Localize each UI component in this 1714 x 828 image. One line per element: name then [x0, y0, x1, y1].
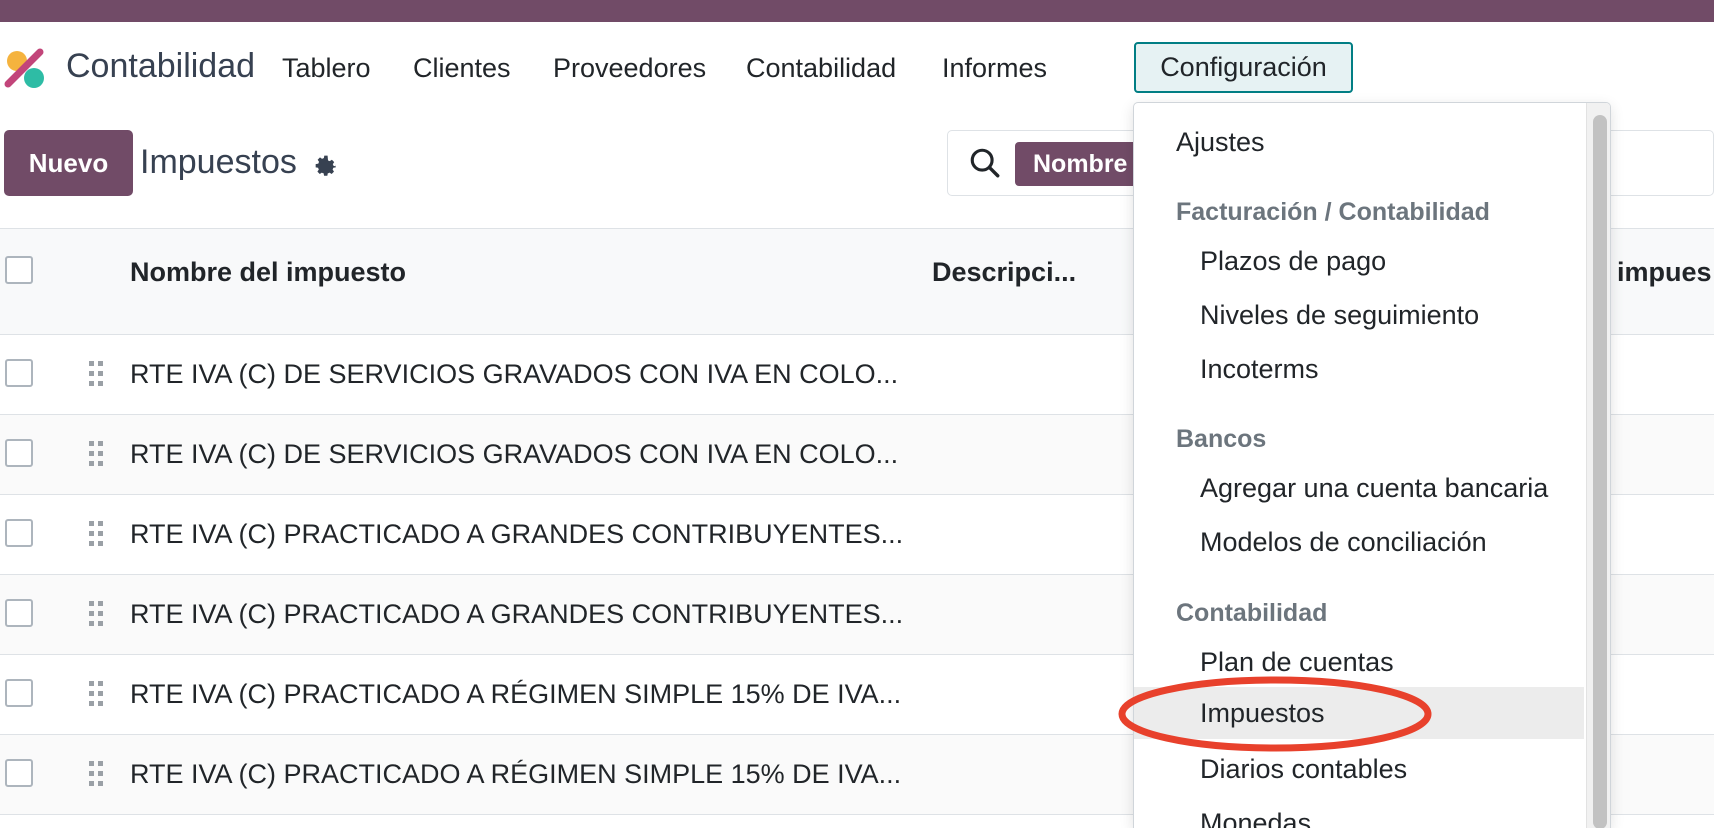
tax-name-cell: RTE IVA (C) PRACTICADO A GRANDES CONTRIB… [130, 599, 904, 629]
drag-handle-icon[interactable] [87, 439, 105, 469]
menu-informes[interactable]: Informes [942, 53, 1047, 84]
menu-clientes[interactable]: Clientes [413, 53, 511, 84]
drag-handle-icon[interactable] [87, 759, 105, 789]
menu-proveedores[interactable]: Proveedores [553, 53, 706, 84]
drag-handle-icon[interactable] [87, 359, 105, 389]
row-checkbox[interactable] [5, 519, 33, 547]
row-checkbox[interactable] [5, 679, 33, 707]
dropdown-section-header: Bancos [1176, 425, 1267, 453]
gear-icon[interactable] [311, 151, 339, 179]
tax-name-cell: RTE IVA (C) PRACTICADO A GRANDES CONTRIB… [130, 519, 904, 549]
dropdown-scrollbar[interactable] [1586, 103, 1610, 828]
tax-name-cell: RTE IVA (C) DE SERVICIOS GRAVADOS CON IV… [130, 359, 899, 389]
header-tax-scope[interactable]: impues [1617, 257, 1712, 288]
row-checkbox[interactable] [5, 599, 33, 627]
app-name[interactable]: Contabilidad [66, 47, 255, 86]
drag-handle-icon[interactable] [87, 679, 105, 709]
main-navbar: Contabilidad Tablero Clientes Proveedore… [0, 22, 1714, 114]
dropdown-scrollbar-thumb[interactable] [1593, 115, 1607, 828]
page-title: Impuestos [140, 143, 297, 181]
menu-configuracion[interactable]: Configuración [1134, 42, 1353, 93]
tax-name-cell: RTE IVA (C) PRACTICADO A RÉGIMEN SIMPLE … [130, 679, 902, 709]
dropdown-section-header: Facturación / Contabilidad [1176, 198, 1490, 226]
dropdown-section-header: Contabilidad [1176, 599, 1328, 627]
dropdown-item-modelos-de-conciliacion[interactable]: Modelos de conciliación [1134, 516, 1584, 568]
search-icon [970, 148, 1000, 178]
dropdown-item-agregar-cuenta-bancaria[interactable]: Agregar una cuenta bancaria [1134, 462, 1584, 514]
app-logo-icon[interactable] [4, 48, 46, 90]
menu-tablero[interactable]: Tablero [282, 53, 371, 84]
tax-name-cell: RTE IVA (C) DE SERVICIOS GRAVADOS CON IV… [130, 439, 899, 469]
drag-handle-icon[interactable] [87, 599, 105, 629]
dropdown-item-monedas[interactable]: Monedas [1134, 797, 1584, 828]
drag-handle-icon[interactable] [87, 519, 105, 549]
header-tax-name[interactable]: Nombre del impuesto [130, 257, 406, 288]
dropdown-item-niveles-de-seguimiento[interactable]: Niveles de seguimiento [1134, 289, 1584, 341]
row-checkbox[interactable] [5, 359, 33, 387]
tax-name-cell: RTE IVA (C) PRACTICADO A RÉGIMEN SIMPLE … [130, 759, 902, 789]
select-all-checkbox[interactable] [5, 256, 33, 284]
dropdown-item-incoterms[interactable]: Incoterms [1134, 343, 1584, 395]
row-checkbox[interactable] [5, 439, 33, 467]
new-button[interactable]: Nuevo [4, 130, 133, 196]
highlight-annotation [1118, 676, 1432, 752]
dropdown-item-ajustes[interactable]: Ajustes [1134, 116, 1584, 168]
row-checkbox[interactable] [5, 759, 33, 787]
search-facet[interactable]: Nombre [1015, 142, 1146, 186]
header-description[interactable]: Descripci... [932, 257, 1076, 288]
dropdown-item-plazos-de-pago[interactable]: Plazos de pago [1134, 235, 1584, 287]
top-brand-strip [0, 0, 1714, 22]
menu-contabilidad[interactable]: Contabilidad [746, 53, 896, 84]
